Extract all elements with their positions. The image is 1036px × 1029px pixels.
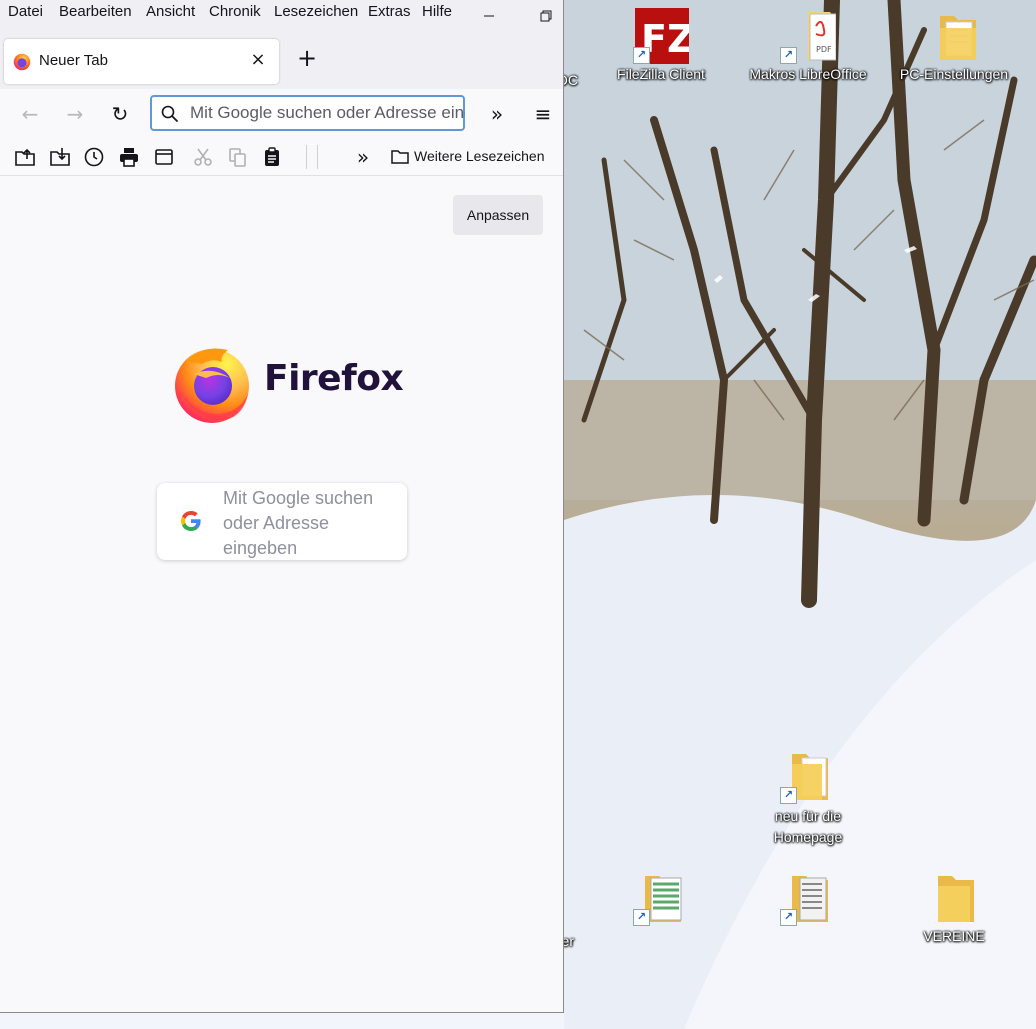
firefox-favicon-icon [13, 53, 31, 71]
shortcut-arrow-icon: ↗ [780, 787, 797, 804]
menu-extras[interactable]: Extras [368, 3, 411, 20]
folder-outline-icon [391, 150, 409, 164]
shortcut-arrow-icon: ↗ [780, 47, 797, 64]
desktop-icon-label: VEREINE [923, 928, 985, 944]
paste-button[interactable] [261, 146, 283, 168]
app-menu-button[interactable]: ≡ [528, 99, 558, 129]
menu-ansicht[interactable]: Ansicht [146, 3, 195, 20]
firefox-window: Datei Bearbeiten Ansicht Chronik Lesezei… [0, 0, 564, 1013]
google-icon [181, 511, 201, 531]
desktop-icon-makros-libreoffice[interactable]: PDF ↗ Makros LibreOffice [748, 8, 868, 85]
menu-bearbeiten[interactable]: Bearbeiten [59, 3, 132, 20]
reload-icon: ↻ [111, 102, 129, 126]
clock-icon [84, 147, 104, 167]
chevron-double-right-icon: » [490, 102, 504, 126]
bookmarks-overflow-button[interactable]: » [352, 146, 374, 168]
tab-title: Neuer Tab [39, 52, 108, 69]
menu-chronik[interactable]: Chronik [209, 3, 261, 20]
desktop-icon-label: FileZilla Client [617, 66, 705, 82]
folder-icon [926, 8, 982, 64]
desktop-icon-document-folder[interactable]: ↗ [748, 870, 868, 926]
printer-icon [120, 148, 138, 167]
download-folder-icon [50, 148, 70, 166]
minimize-button[interactable] [479, 6, 499, 26]
forward-button[interactable]: → [60, 99, 90, 129]
cut-button[interactable] [192, 146, 214, 168]
tab-close-button[interactable]: × [247, 49, 269, 71]
folder-icon [926, 870, 982, 926]
copy-icon [229, 148, 246, 167]
history-button[interactable] [83, 146, 105, 168]
print-button[interactable] [118, 146, 140, 168]
search-icon [161, 105, 178, 122]
restore-icon [540, 10, 552, 22]
search-placeholder-text: Mit Google suchen oder Adresse eingeben [223, 488, 374, 558]
desktop-icon-filezilla[interactable]: FZ ↗ FileZilla Client [601, 8, 721, 85]
tab-neuer-tab[interactable]: Neuer Tab × [4, 39, 279, 84]
svg-text:PDF: PDF [816, 45, 832, 54]
firefox-wordmark: Firefox [264, 358, 404, 399]
desktop-icon-neu-fuer-die-homepage[interactable]: ↗ neu für die Homepage [748, 748, 868, 848]
desktop-icon-pc-einstellungen[interactable]: PC-Einstellungen [894, 8, 1014, 85]
firefox-logo-icon [175, 348, 249, 423]
new-tab-page: Anpassen Firefox Mit Google suchen oder … [0, 176, 563, 1012]
reload-button[interactable]: ↻ [105, 99, 135, 129]
folder-icon: ↗ [780, 870, 836, 926]
desktop-icon-label: PC-Einstellungen [899, 66, 1009, 82]
desktop-icon-vereine[interactable]: VEREINE [894, 870, 1014, 947]
customize-button[interactable]: Anpassen [453, 195, 543, 235]
filezilla-icon: FZ ↗ [633, 8, 695, 64]
folder-icon: ↗ [780, 748, 836, 804]
open-file-icon [15, 148, 35, 166]
back-button[interactable]: ← [15, 99, 45, 129]
newtab-search-box[interactable]: Mit Google suchen oder Adresse eingeben [157, 483, 407, 560]
chevron-double-right-icon: » [356, 145, 370, 169]
shortcut-arrow-icon: ↗ [633, 47, 650, 64]
close-icon: × [250, 49, 266, 70]
shortcut-arrow-icon: ↗ [780, 909, 797, 926]
navigation-toolbar: ← → ↻ » ≡ [0, 89, 563, 139]
restore-button[interactable] [536, 6, 556, 26]
minimize-icon [484, 15, 494, 17]
copy-button[interactable] [227, 146, 249, 168]
new-tab-button[interactable]: + [295, 44, 319, 72]
pdf-file-icon: PDF ↗ [780, 8, 837, 64]
desktop-icon-label: neu für die Homepage [773, 808, 843, 845]
plus-icon: + [296, 44, 318, 72]
arrow-left-icon: ← [21, 102, 39, 126]
menu-datei[interactable]: Datei [8, 3, 43, 20]
url-bar[interactable] [150, 95, 465, 131]
menu-bar: Datei Bearbeiten Ansicht Chronik Lesezei… [0, 0, 563, 34]
menu-hilfe[interactable]: Hilfe [422, 3, 452, 20]
desktop-icon-spreadsheet-folder[interactable]: ↗ [601, 870, 721, 926]
arrow-right-icon: → [66, 102, 84, 126]
folder-icon: ↗ [633, 870, 689, 926]
bookmarks-toolbar: » Weitere Lesezeichen [0, 139, 563, 176]
window-icon [155, 149, 173, 165]
shortcut-arrow-icon: ↗ [633, 909, 650, 926]
hamburger-menu-icon: ≡ [534, 102, 552, 126]
toolbar-overflow-button[interactable]: » [482, 99, 512, 129]
url-input[interactable] [190, 101, 465, 125]
other-bookmarks-label: Weitere Lesezeichen [414, 148, 545, 164]
tab-strip: Neuer Tab × + [0, 34, 563, 89]
scissors-icon [194, 148, 212, 166]
open-file-button[interactable] [14, 146, 36, 168]
sidebar-toggle-button[interactable] [153, 146, 175, 168]
downloads-button[interactable] [49, 146, 71, 168]
clipboard-icon [265, 147, 279, 166]
toolbar-separator [317, 145, 318, 169]
toolbar-separator [306, 145, 307, 169]
menu-lesezeichen[interactable]: Lesezeichen [274, 3, 358, 20]
desktop-icon-label: Makros LibreOffice [749, 66, 867, 82]
